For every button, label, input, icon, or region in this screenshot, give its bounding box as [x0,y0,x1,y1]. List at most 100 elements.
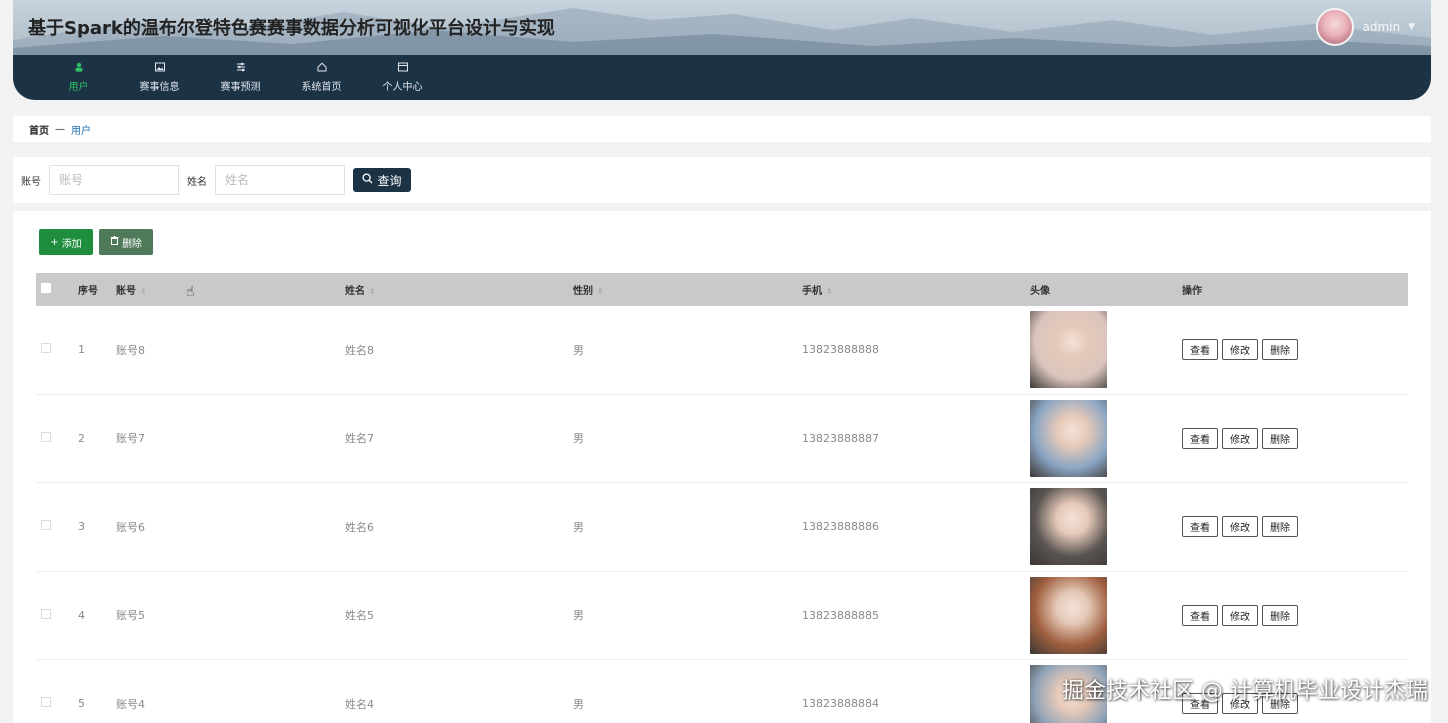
row-checkbox[interactable] [41,697,51,708]
cell-gender: 男 [573,432,584,446]
add-label: 添加 [61,238,82,250]
cell-index: 1 [78,343,85,357]
row-checkbox[interactable] [41,431,51,442]
avatar-photo[interactable] [1030,399,1107,477]
username[interactable]: admin [1362,20,1400,34]
cell-gender: 男 [573,697,584,711]
top-nav: 用户 赛事信息 赛事预测 系统首页 个人中心 [13,55,1431,100]
row-checkbox[interactable] [41,343,51,354]
cell-index: 5 [78,697,85,711]
row-operations: 查看 修改 删除 [1182,516,1408,538]
avatar-photo[interactable] [1030,576,1107,654]
view-button[interactable]: 查看 [1182,604,1218,626]
query-label: 查询 [377,173,402,188]
app-title: 基于Spark的温布尔登特色赛赛事数据分析可视化平台设计与实现 [28,18,555,39]
cell-account: 账号4 [116,697,145,711]
breadcrumb: 首页 — 用户 [13,116,1431,142]
row-operations: 查看 修改 删除 [1182,339,1408,361]
cell-account: 账号7 [116,432,145,446]
query-button[interactable]: 查询 [353,168,411,192]
table-row: 1 账号8 姓名8 男 13823888888 查看 修改 删除 [36,306,1408,395]
cell-phone: 13823888887 [802,431,879,445]
row-operations: 查看 修改 删除 [1182,604,1408,626]
plus-icon: + [50,236,59,248]
cell-gender: 男 [573,520,584,534]
view-button[interactable]: 查看 [1182,516,1218,538]
cell-index: 3 [78,520,85,534]
edit-button[interactable]: 修改 [1222,427,1258,449]
batch-delete-button[interactable]: 删除 [99,229,153,255]
pointer-cursor-icon: ☝ [186,284,195,300]
delete-button[interactable]: 删除 [1262,604,1298,626]
nav-label: 赛事信息 [139,82,180,93]
image-icon [154,62,165,72]
table-row: 3 账号6 姓名6 男 13823888886 查看 修改 删除 [36,483,1408,572]
edit-button[interactable]: 修改 [1222,339,1258,361]
nav-item-match-prediction[interactable]: 赛事预测 [200,55,281,100]
cell-index: 4 [78,608,85,622]
avatar-photo[interactable] [1030,311,1107,389]
delete-button[interactable]: 删除 [1262,427,1298,449]
view-button[interactable]: 查看 [1182,339,1218,361]
row-checkbox[interactable] [41,608,51,619]
header-name[interactable]: 姓名 ⇕ [345,282,573,297]
cell-gender: 男 [573,609,584,623]
header-account[interactable]: 账号 ⇕ [116,282,345,297]
cell-index: 2 [78,431,85,445]
trash-icon [110,236,119,248]
cell-name: 姓名8 [345,343,374,357]
name-label: 姓名 [187,176,207,188]
nav-item-match-info[interactable]: 赛事信息 [119,55,200,100]
cell-phone: 13823888885 [802,608,879,622]
cell-name: 姓名5 [345,609,374,623]
cell-account: 账号6 [116,520,145,534]
nav-label: 个人中心 [382,82,423,93]
header-gender[interactable]: 性别 ⇕ [573,282,802,297]
cell-account: 账号8 [116,343,145,357]
nav-item-profile[interactable]: 个人中心 [362,55,443,100]
delete-button[interactable]: 删除 [1262,339,1298,361]
row-operations: 查看 修改 删除 [1182,427,1408,449]
sort-icon[interactable]: ⇕ [826,287,833,296]
cell-phone: 13823888888 [802,343,879,357]
sort-icon[interactable]: ⇕ [597,287,604,296]
view-button[interactable]: 查看 [1182,427,1218,449]
sort-icon[interactable]: ⇕ [369,287,376,296]
nav-item-users[interactable]: 用户 [38,55,119,100]
name-input[interactable] [215,165,345,195]
table-actions: + 添加 删除 [39,229,153,255]
nav-item-home[interactable]: 系统首页 [281,55,362,100]
chevron-down-icon[interactable]: ▼ [1408,22,1415,32]
window-icon [397,62,408,72]
user-icon [74,62,84,72]
nav-label: 用户 [68,82,89,93]
delete-label: 删除 [122,238,142,250]
edit-button[interactable]: 修改 [1222,516,1258,538]
header-operation: 操作 [1182,286,1202,297]
header-phone[interactable]: 手机 ⇕ [802,282,1030,297]
cell-name: 姓名4 [345,697,374,711]
select-all-checkbox[interactable] [41,283,51,293]
breadcrumb-home[interactable]: 首页 [29,122,49,137]
avatar-photo[interactable] [1030,488,1107,566]
cell-name: 姓名6 [345,520,374,534]
delete-button[interactable]: 删除 [1262,516,1298,538]
nav-label: 系统首页 [301,82,342,93]
nav-label: 赛事预测 [220,82,261,93]
user-menu[interactable]: admin ▼ [1316,8,1415,46]
table-row: 4 账号5 姓名5 男 13823888885 查看 修改 删除 [36,572,1408,660]
watermark: 掘金技术社区 @ 计算机毕业设计杰瑞 [1062,679,1428,704]
sort-icon[interactable]: ⇕ [140,287,147,296]
cell-gender: 男 [573,343,584,357]
cell-account: 账号5 [116,609,145,623]
add-button[interactable]: + 添加 [39,229,93,255]
table-row: 2 账号7 姓名7 男 13823888887 查看 修改 删除 [36,395,1408,483]
table-card: + 添加 删除 序号 账号 ⇕ 姓名 ⇕ 性别 ⇕ 手机 ⇕ 头像 操作 1 账号8 姓… [13,211,1431,723]
edit-button[interactable]: 修改 [1222,604,1258,626]
avatar[interactable] [1316,8,1355,46]
account-input[interactable] [49,165,179,195]
user-table: 序号 账号 ⇕ 姓名 ⇕ 性别 ⇕ 手机 ⇕ 头像 操作 1 账号8 姓名8 男 138… [36,273,1408,723]
table-body: 1 账号8 姓名8 男 13823888888 查看 修改 删除 2 账号7 姓… [36,306,1408,723]
header-avatar: 头像 [1030,286,1050,297]
row-checkbox[interactable] [41,520,51,531]
